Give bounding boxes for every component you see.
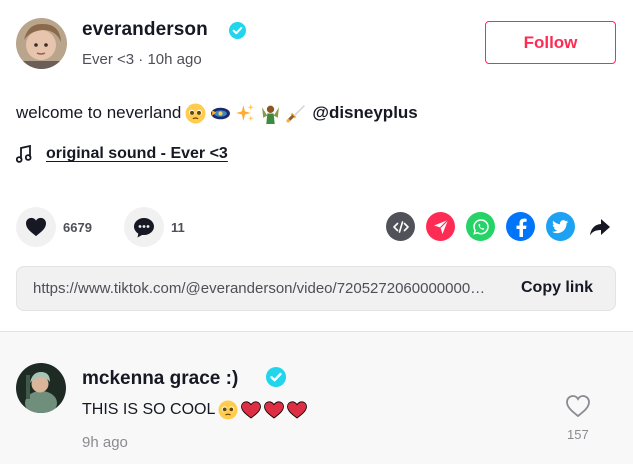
copy-link-bar: https://www.tiktok.com/@everanderson/vid… xyxy=(16,266,616,311)
embed-icon xyxy=(392,220,409,233)
comment-time: 9h ago xyxy=(82,434,128,451)
sound-link[interactable]: original sound - Ever <3 xyxy=(46,145,228,163)
twitter-button[interactable] xyxy=(546,212,575,241)
fairy-emoji-icon xyxy=(262,105,280,124)
red-heart-emoji-icon xyxy=(241,401,262,419)
caption-text: welcome to neverland xyxy=(16,103,182,122)
rocket-wings-emoji-icon xyxy=(211,107,231,119)
heart-icon xyxy=(26,217,46,237)
post-caption: welcome to neverland @disneyplus xyxy=(16,101,418,125)
sound-row: original sound - Ever <3 xyxy=(16,143,228,165)
sword-emoji-icon xyxy=(286,104,306,123)
comment-avatar[interactable] xyxy=(16,363,66,413)
send-button[interactable] xyxy=(426,212,455,241)
verified-badge-icon xyxy=(266,367,286,387)
sparkles-emoji-icon xyxy=(236,103,255,121)
video-url[interactable]: https://www.tiktok.com/@everanderson/vid… xyxy=(33,280,493,297)
comment-count: 11 xyxy=(171,219,185,235)
pleading-face-emoji-icon xyxy=(218,400,238,420)
comment-like-count: 157 xyxy=(567,427,589,442)
send-icon xyxy=(433,219,448,234)
share-forward-icon[interactable] xyxy=(588,215,612,239)
whatsapp-button[interactable] xyxy=(466,212,495,241)
facebook-icon xyxy=(516,218,527,237)
separator: · xyxy=(138,51,144,68)
comment-button[interactable] xyxy=(124,207,164,247)
post-time: 10h ago xyxy=(147,51,202,68)
comment-bubble-icon xyxy=(134,217,154,237)
mention-link[interactable]: @disneyplus xyxy=(312,103,417,123)
display-name: Ever <3 xyxy=(82,51,135,68)
comment-like-heart-icon[interactable] xyxy=(565,394,591,418)
username[interactable]: everanderson xyxy=(82,19,208,41)
facebook-button[interactable] xyxy=(506,212,535,241)
comment-username[interactable]: mckenna grace :) xyxy=(82,368,238,390)
pleading-face-emoji-icon xyxy=(185,103,206,123)
follow-button[interactable]: Follow xyxy=(485,21,616,64)
like-action[interactable]: 6679 xyxy=(16,207,92,247)
red-heart-emoji-icon xyxy=(264,401,285,419)
post-subline: Ever <3 · 10h ago xyxy=(82,51,202,68)
like-count: 6679 xyxy=(63,219,92,235)
copy-link-button[interactable]: Copy link xyxy=(521,279,593,297)
comment-body: THIS IS SO COOL xyxy=(82,401,216,418)
twitter-icon xyxy=(552,219,569,233)
whatsapp-icon xyxy=(472,218,489,235)
music-note-icon xyxy=(16,145,32,163)
avatar[interactable] xyxy=(16,18,67,69)
like-button[interactable] xyxy=(16,207,56,247)
embed-button[interactable] xyxy=(386,212,415,241)
post-card: everanderson Ever <3 · 10h ago Follow we… xyxy=(0,0,633,331)
comment-action[interactable]: 11 xyxy=(124,207,185,247)
comment-text: THIS IS SO COOL xyxy=(82,398,308,422)
verified-badge-icon xyxy=(229,22,246,39)
red-heart-emoji-icon xyxy=(287,401,308,419)
